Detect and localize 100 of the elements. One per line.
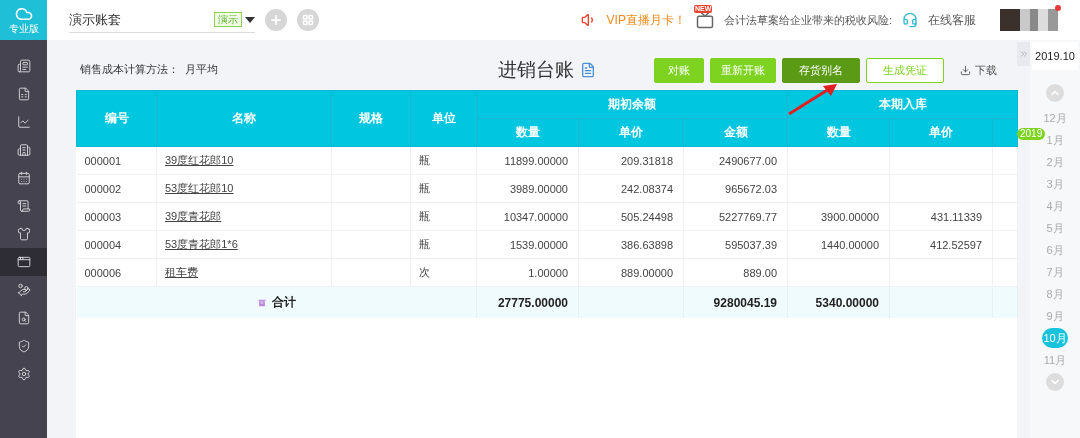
notification-dot [1055,5,1061,11]
month-item[interactable]: 6月 [1045,239,1065,261]
table-cell: 3900.00000 [820,210,879,223]
table-cell: 5227769.77 [718,210,777,223]
support-link[interactable]: 在线客服 [928,11,976,29]
item-name-link[interactable]: 39度青花郎 [165,210,222,222]
file-search-icon [16,311,31,325]
action-button[interactable]: 重新开账 [709,57,776,83]
month-item[interactable]: 4月 [1045,195,1065,217]
item-name-link[interactable]: 租车费 [165,266,198,278]
tv-icon [695,11,714,29]
document-icon [579,62,596,78]
table-cell: 1539.00000 [509,238,568,251]
header-cell: 本期入库 [787,90,1018,119]
table-cell: 209.31818 [621,154,673,167]
table-cell: 000001 [84,154,122,167]
promo-link[interactable]: VIP直播月卡！ [606,11,686,29]
table-cell: 000004 [84,238,122,251]
month-item[interactable]: 1月 [1045,129,1065,151]
table-cell: 1.00000 [528,266,568,279]
action-button[interactable]: 生成凭证 [865,57,944,83]
header-cell: 数量 [476,118,579,147]
table-cell: 2490677.00 [718,154,777,167]
grid-icon [302,14,314,26]
download-link[interactable]: 下载 [959,62,997,78]
box-icon [256,297,267,308]
table-cell: 3989.00000 [509,182,568,195]
calendar-icon [16,171,31,185]
spreadsheet-icon [16,87,31,101]
table-cell: 242.08374 [621,182,673,195]
month-item[interactable]: 10月 [1042,328,1068,348]
action-button[interactable]: 存货别名 [781,57,860,83]
settings-icon [16,367,31,381]
header-cell: 单价 [578,118,684,147]
month-item[interactable]: 7月 [1045,261,1065,283]
account-selector[interactable]: 演示账套 演示 [69,7,255,33]
table-cell: 10347.00000 [503,210,568,223]
total-cell: 27775.00000 [497,295,568,310]
window-icon [16,255,31,269]
table-cell: 次 [419,266,430,278]
building-icon [16,143,31,157]
header-cell: 名称 [156,90,332,147]
cost-method-text: 销售成本计算方法： 月平均 [79,62,220,77]
month-item[interactable]: 5月 [1045,217,1065,239]
item-name-link[interactable]: 53度红花郎10 [165,182,234,194]
header-cell: 规格 [331,90,411,147]
collapse-toggle[interactable] [1017,42,1030,66]
action-button[interactable]: 对账 [653,57,704,83]
table-cell: 505.24498 [621,210,673,223]
month-item[interactable]: 12月 [1042,107,1068,129]
table-cell: 889.00000 [621,266,673,279]
table-cell: 11899.00000 [504,154,568,167]
table-cell: 431.11339 [930,210,982,223]
table-cell: 386.63898 [621,238,673,251]
table-cell: 000002 [84,182,122,195]
page-title: 进销台账 [497,58,574,82]
table-cell: 965672.03 [725,182,777,195]
item-name-link[interactable]: 39度红花郎10 [165,154,234,166]
month-item[interactable]: 11月 [1042,349,1068,371]
header-cell: 数量 [787,118,890,147]
download-icon [959,64,971,76]
shield-check-icon [16,339,31,353]
header-cell: 期初余额 [476,90,788,119]
shirt-icon [16,227,31,241]
table-cell: 000006 [84,266,122,279]
caret-icon [245,16,255,23]
table-cell: 瓶 [419,238,430,250]
header-cell: 单位 [410,90,477,147]
month-item[interactable]: 3月 [1045,173,1065,195]
item-name-link[interactable]: 53度青花郎1*6 [165,238,238,250]
total-cell: 9280045.19 [713,295,777,310]
table-cell: 412.52597 [930,238,982,251]
plus-icon [269,13,283,27]
coins-hand-icon [16,283,31,297]
year-badge: 2019 [1017,128,1046,140]
month-item[interactable]: 9月 [1045,305,1065,327]
table-cell: 瓶 [419,182,430,194]
app-logo: 专业版 [0,0,47,40]
newspaper-icon [16,59,31,73]
total-cell: 5340.00000 [815,295,879,310]
header-cell: 单价 [889,118,993,147]
header-cell: 金额 [683,118,788,147]
table-cell: 1440.00000 [820,238,879,251]
headset-icon [902,12,918,28]
table-cell: 595037.39 [725,238,777,251]
table-cell: 889.00 [743,266,777,279]
line-chart-icon [16,115,31,129]
total-label: 合计 [256,294,296,311]
annotation-arrow [788,84,837,116]
table-cell: 瓶 [419,210,430,222]
header-cell: 编号 [76,90,157,147]
sidebar-item[interactable] [0,248,47,276]
month-item[interactable]: 8月 [1045,283,1065,305]
demo-tag: 演示 [214,12,242,27]
double-chevron-icon [1018,49,1029,59]
table-cell: 瓶 [419,154,430,166]
scroll-icon [16,199,31,213]
month-item[interactable]: 2月 [1045,151,1065,173]
current-period: 2019.10 [1032,42,1078,70]
news-link[interactable]: 会计法草案给企业带来的税收风险: [723,12,892,28]
